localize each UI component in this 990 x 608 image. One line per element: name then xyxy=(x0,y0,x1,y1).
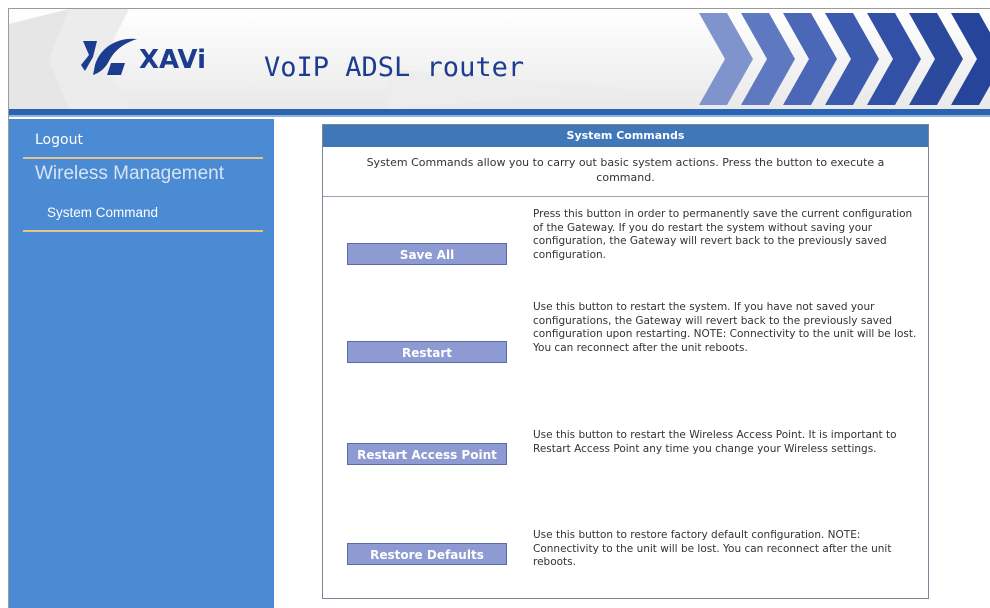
save-all-description: Press this button in order to permanentl… xyxy=(533,208,913,261)
product-title: VoIP ADSL router xyxy=(264,52,525,83)
restore-defaults-button[interactable]: Restore Defaults xyxy=(347,543,507,565)
system-commands-panel: System Commands System Commands allow yo… xyxy=(322,124,929,599)
panel-description: System Commands allow you to carry out b… xyxy=(323,147,928,197)
xavi-logo-icon xyxy=(81,38,137,75)
page-frame: XAVi VoIP ADSL router Logout Wireless Ma… xyxy=(8,8,990,608)
sidebar-section-wireless-management[interactable]: Wireless Management xyxy=(35,164,255,183)
command-row-restart-access-point: Restart Access Point Use this button to … xyxy=(323,415,928,475)
sidebar: Logout Wireless Management System Comman… xyxy=(9,119,274,608)
brand-logo-text: XAVi xyxy=(139,45,206,75)
header-banner: XAVi VoIP ADSL router xyxy=(9,9,990,109)
command-row-restore-defaults: Restore Defaults Use this button to rest… xyxy=(323,515,928,575)
command-row-save-all: Save All Press this button in order to p… xyxy=(323,197,928,287)
restart-access-point-description: Use this button to restart the Wireless … xyxy=(533,429,897,455)
sidebar-item-system-command[interactable]: System Command xyxy=(47,205,158,220)
save-all-button[interactable]: Save All xyxy=(347,243,507,265)
chevron-arrows-icon xyxy=(699,13,990,105)
sidebar-divider xyxy=(23,157,263,159)
restart-button[interactable]: Restart xyxy=(347,341,507,363)
logout-link[interactable]: Logout xyxy=(35,132,83,148)
restart-description: Use this button to restart the system. I… xyxy=(533,301,917,354)
command-row-restart: Restart Use this button to restart the s… xyxy=(323,301,928,391)
restart-access-point-button[interactable]: Restart Access Point xyxy=(347,443,507,465)
panel-title: System Commands xyxy=(323,125,928,147)
restore-defaults-description: Use this button to restore factory defau… xyxy=(533,529,892,568)
header-divider-light xyxy=(9,115,990,117)
sidebar-divider xyxy=(23,230,263,232)
